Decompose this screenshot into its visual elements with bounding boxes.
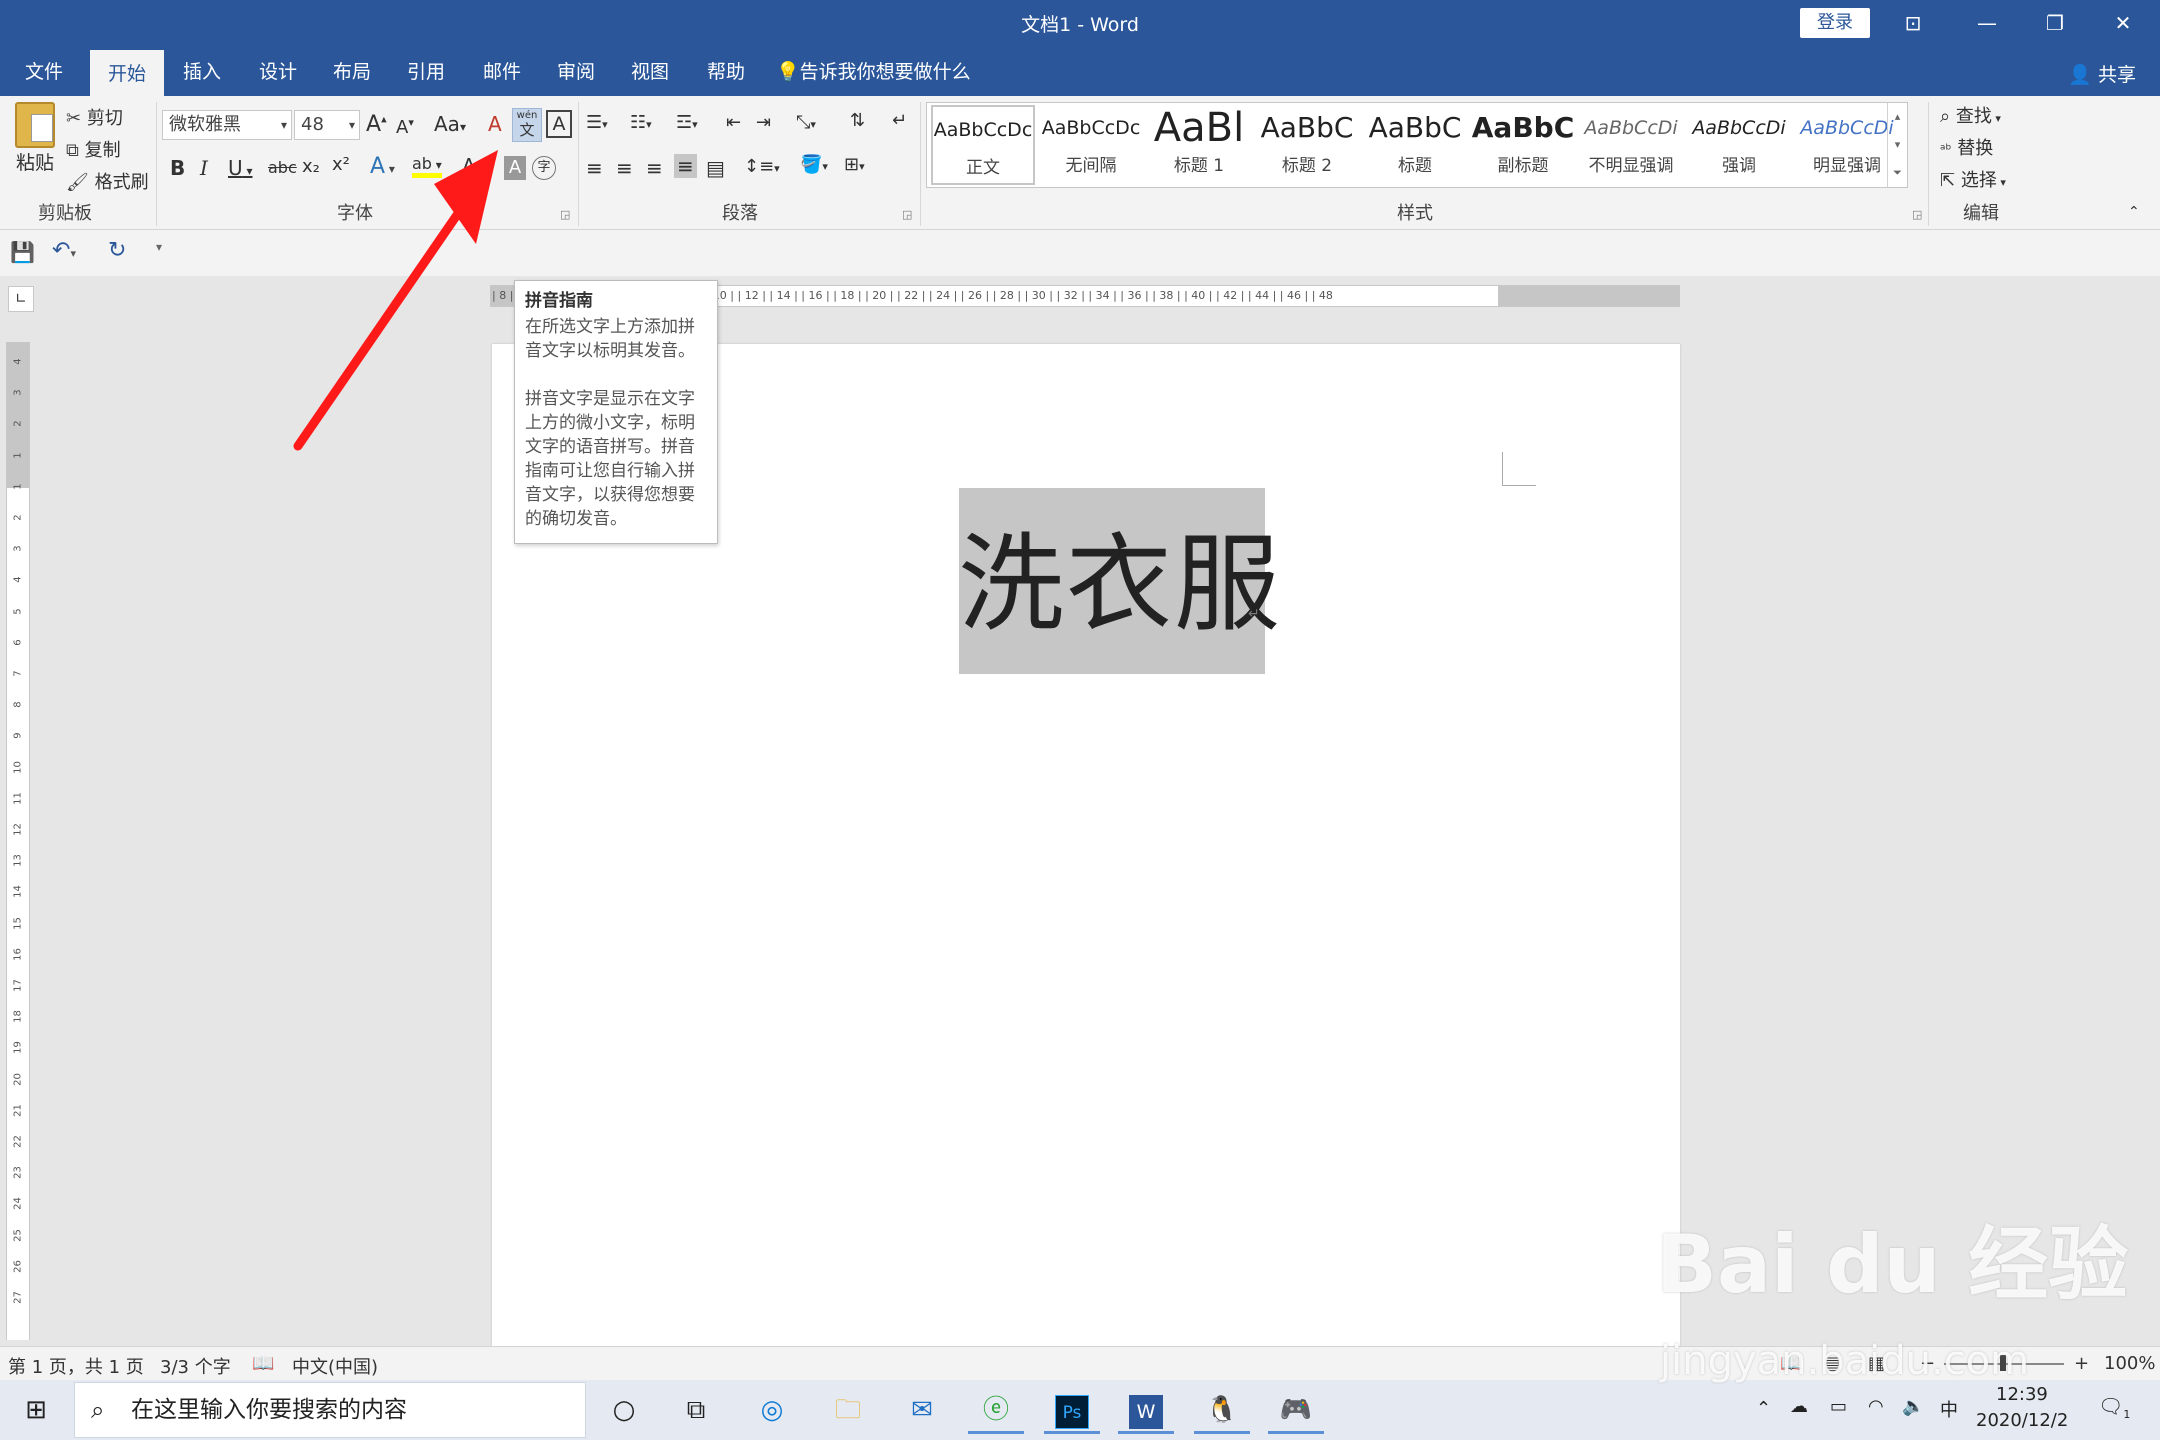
cortana-icon[interactable]: ○ (596, 1386, 652, 1434)
taskbar: ⊞ ⌕ 在这里输入你要搜索的内容 ○ ⧉ ◎ 🗀 ✉ ⓔ Ps W 🐧 🎮 ⌃ … (0, 1380, 2160, 1440)
page-count[interactable]: 第 1 页，共 1 页 (8, 1353, 144, 1379)
search-icon: ⌕ (91, 1396, 105, 1424)
photoshop-icon[interactable]: Ps (1044, 1386, 1100, 1434)
windows-start-icon[interactable]: ⊞ (8, 1386, 64, 1434)
show-hidden-icons[interactable]: ⌃ (1756, 1398, 1771, 1419)
qq-icon[interactable]: 🐧 (1194, 1386, 1250, 1434)
battery-icon[interactable]: ▭ (1830, 1396, 1847, 1417)
taskbar-search-box[interactable]: ⌕ 在这里输入你要搜索的内容 (74, 1382, 586, 1438)
wifi-icon[interactable]: ◠ (1868, 1396, 1884, 1417)
watermark-url: jingyan.baidu.com (1660, 1338, 2030, 1384)
ime-indicator[interactable]: 中 (1940, 1396, 1958, 1422)
clock-time[interactable]: 12:39 (1996, 1384, 2048, 1405)
ie-browser-icon[interactable]: ⓔ (968, 1386, 1024, 1434)
proofing-icon[interactable]: 📖 (252, 1353, 274, 1374)
file-explorer-icon[interactable]: 🗀 (820, 1386, 876, 1434)
search-placeholder: 在这里输入你要搜索的内容 (131, 1397, 407, 1423)
word-icon[interactable]: W (1118, 1386, 1174, 1434)
mail-icon[interactable]: ✉ (894, 1386, 950, 1434)
volume-icon[interactable]: 🔈 (1902, 1396, 1924, 1417)
word-count[interactable]: 3/3 个字 (160, 1353, 231, 1379)
game-app-icon[interactable]: 🎮 (1268, 1386, 1324, 1434)
language-indicator[interactable]: 中文(中国) (292, 1353, 378, 1379)
notification-count: 1 (2123, 1408, 2131, 1421)
watermark-brand: Bai du 经验 (1656, 1218, 2129, 1311)
task-view-icon[interactable]: ⧉ (668, 1386, 724, 1434)
notifications-icon[interactable]: 🗨1 (2098, 1394, 2130, 1421)
zoom-in-button[interactable]: + (2074, 1353, 2089, 1374)
clock-date[interactable]: 2020/12/2 (1976, 1410, 2068, 1431)
onedrive-icon[interactable]: ☁ (1790, 1396, 1808, 1417)
edge-icon[interactable]: ◎ (744, 1386, 800, 1434)
zoom-level[interactable]: 100% (2104, 1353, 2155, 1374)
